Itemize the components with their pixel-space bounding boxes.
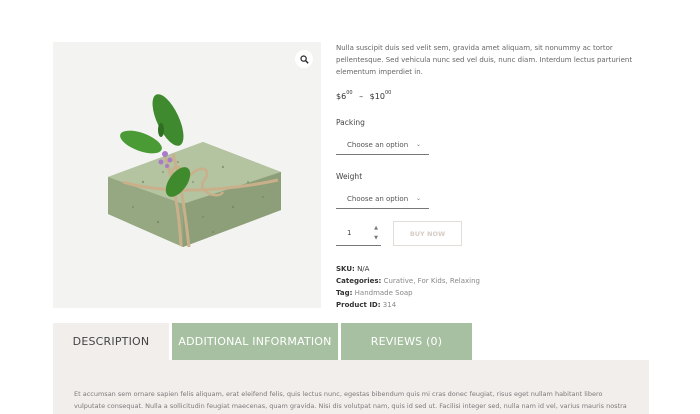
product-id-value: 314 (382, 301, 397, 309)
price-range: $600 – $1000 (336, 90, 636, 101)
chevron-up-icon[interactable]: ▲ (374, 225, 378, 231)
weight-select-value: Choose an option (347, 195, 409, 203)
add-to-cart-row: 1 ▲ ▼ BUY NOW (336, 221, 636, 246)
category-link[interactable]: Relaxing (450, 277, 480, 285)
price-dash: – (359, 92, 364, 101)
short-description: Nulla suscipit duis sed velit sem, gravi… (336, 44, 633, 76)
description-panel: Et accumsan sem ornare sapien felis aliq… (53, 360, 649, 414)
product-tabs: DESCRIPTION ADDITIONAL INFORMATION REVIE… (53, 323, 472, 360)
packing-label: Packing (336, 118, 365, 127)
category-link[interactable]: Curative (384, 277, 414, 285)
categories-row: Categories: Curative, For Kids, Relaxing (336, 277, 480, 285)
tab-reviews[interactable]: REVIEWS (0) (341, 323, 472, 360)
quantity-stepper[interactable]: 1 ▲ ▼ (336, 222, 381, 246)
packing-select[interactable]: Choose an option ⌄ (336, 136, 429, 155)
price-max-cents: 00 (384, 90, 392, 96)
product-id-label: Product ID: (336, 301, 381, 309)
sku-value: N/A (357, 265, 370, 273)
tag-label: Tag: (336, 289, 353, 297)
tag-row: Tag: Handmade Soap (336, 287, 636, 299)
buy-now-button[interactable]: BUY NOW (393, 221, 462, 246)
magnifier-icon (299, 54, 309, 64)
weight-label: Weight (336, 172, 363, 181)
tab-description[interactable]: DESCRIPTION (53, 323, 169, 360)
packing-select-value: Choose an option (347, 141, 409, 149)
product-gallery[interactable] (53, 42, 321, 308)
categories-label: Categories: (336, 277, 382, 285)
tab-additional-information[interactable]: ADDITIONAL INFORMATION (172, 323, 338, 360)
price-max-amount: 10 (374, 92, 385, 101)
tag-link[interactable]: Handmade Soap (355, 289, 413, 297)
quantity-value[interactable]: 1 (347, 229, 351, 237)
chevron-down-icon: ⌄ (415, 195, 421, 202)
zoom-button[interactable] (295, 50, 313, 68)
product-soap-image (108, 94, 281, 248)
product-meta: SKU: N/A Categories: Curative, For Kids,… (336, 263, 636, 311)
chevron-down-icon: ⌄ (415, 141, 421, 148)
description-text: Et accumsan sem ornare sapien felis aliq… (74, 390, 627, 410)
product-id-row: Product ID: 314 (336, 299, 636, 311)
chevron-down-icon[interactable]: ▼ (374, 235, 378, 241)
price-min-cents: 00 (346, 90, 353, 96)
sku-label: SKU: (336, 265, 355, 273)
weight-select[interactable]: Choose an option ⌄ (336, 190, 429, 209)
category-link[interactable]: For Kids (418, 277, 446, 285)
sku-row: SKU: N/A (336, 263, 636, 275)
product-summary: Nulla suscipit duis sed velit sem, gravi… (336, 42, 636, 311)
